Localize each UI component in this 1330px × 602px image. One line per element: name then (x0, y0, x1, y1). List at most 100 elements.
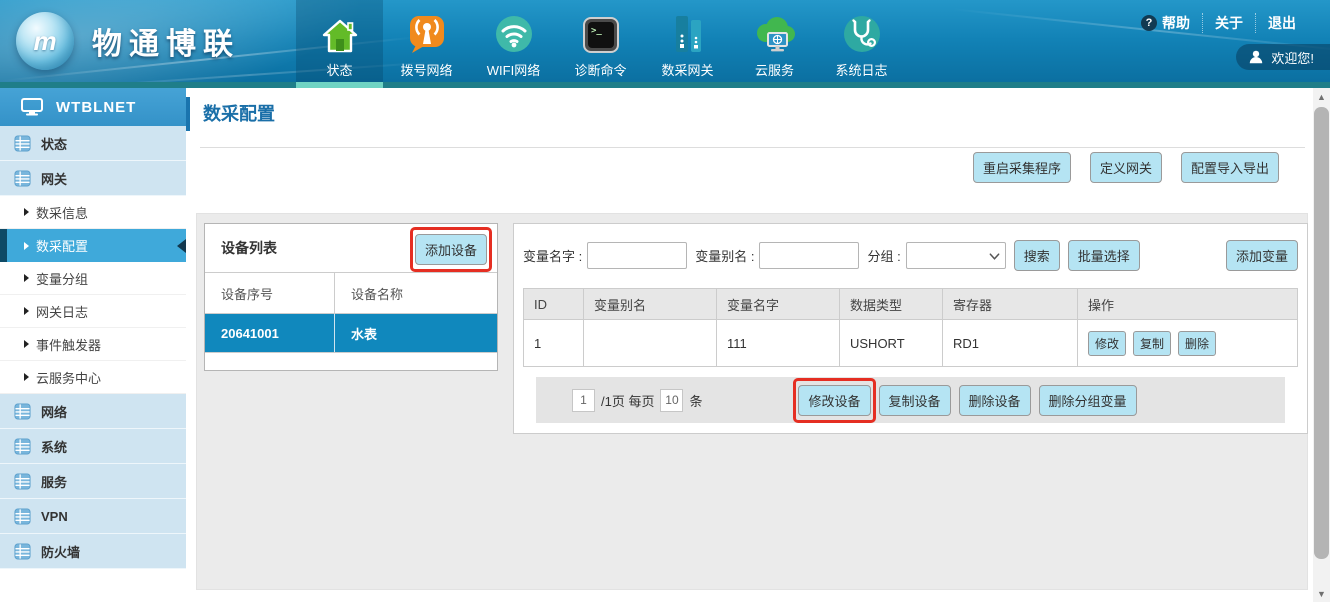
variable-datatype: USHORT (839, 320, 942, 366)
device-table-header: 设备序号 设备名称 (205, 273, 497, 314)
variable-name: 111 (716, 320, 839, 366)
page-title: 数采配置 (186, 97, 275, 131)
nav-item-data-gateway[interactable]: 数采网关 (644, 0, 731, 88)
group-select[interactable] (906, 242, 1006, 269)
restart-collector-button[interactable]: 重启采集程序 (973, 152, 1071, 183)
config-import-export-button[interactable]: 配置导入导出 (1181, 152, 1279, 183)
sidebar-item-data-info[interactable]: 数采信息 (0, 196, 186, 229)
sidebar-item-variable-group[interactable]: 变量分组 (0, 262, 186, 295)
user-icon (1248, 49, 1264, 65)
add-variable-button[interactable]: 添加变量 (1226, 240, 1298, 271)
variable-table-header: ID 变量别名 变量名字 数据类型 寄存器 操作 (523, 288, 1298, 320)
nav-item-wifi-network[interactable]: WIFI网络 (470, 0, 557, 88)
vertical-scrollbar[interactable]: ▲ ▼ (1313, 88, 1330, 602)
dialup-network-icon (407, 8, 447, 54)
column-header: 变量名字 (716, 289, 839, 319)
logout-link[interactable]: 退出 (1255, 13, 1308, 33)
device-name: 水表 (335, 314, 497, 352)
list-icon (14, 135, 31, 152)
welcome-badge[interactable]: 欢迎您! (1236, 44, 1330, 70)
brand-logo: m 物通博联 (16, 12, 240, 70)
page-count-text: /1页 每页 (601, 391, 654, 410)
delete-row-button[interactable]: 删除 (1178, 331, 1216, 356)
sidebar-item-network[interactable]: 网络 (0, 394, 186, 429)
column-header: 操作 (1077, 289, 1297, 319)
sidebar-item-data-config[interactable]: 数采配置 (0, 229, 186, 262)
nav-item-status[interactable]: 状态 (296, 0, 383, 88)
syslog-icon (842, 8, 882, 54)
device-serial: 20641001 (205, 314, 335, 352)
edit-device-button[interactable]: 修改设备 (798, 385, 870, 416)
nav-item-cloud-service[interactable]: 云服务 (731, 0, 818, 88)
help-link[interactable]: ? 帮助 (1129, 13, 1202, 33)
nav-item-system-log[interactable]: 系统日志 (818, 0, 905, 88)
list-icon (14, 170, 31, 187)
scroll-up-arrow-icon[interactable]: ▲ (1313, 92, 1330, 102)
nav-label: 云服务 (755, 60, 794, 79)
scroll-down-arrow-icon[interactable]: ▼ (1313, 589, 1330, 599)
about-link[interactable]: 关于 (1202, 13, 1255, 33)
caret-right-icon (24, 340, 29, 348)
variable-alias (583, 320, 716, 366)
chevron-down-icon (989, 251, 1000, 262)
scrollbar-thumb[interactable] (1314, 107, 1329, 559)
pagination-bar: /1页 每页 条 修改设备 复制设备 删除设备 删除分组变量 (536, 377, 1285, 423)
sidebar-item-vpn[interactable]: VPN (0, 499, 186, 534)
sidebar-item-cloud-center[interactable]: 云服务中心 (0, 361, 186, 394)
welcome-text: 欢迎您! (1271, 48, 1314, 67)
device-name: WTBLNET (56, 99, 136, 116)
variable-register: RD1 (942, 320, 1077, 366)
nav-label: 系统日志 (835, 60, 887, 79)
device-row-empty (205, 353, 497, 370)
device-list-title: 设备列表 (221, 224, 277, 273)
nav-item-diagnostic-command[interactable]: >_ 诊断命令 (557, 0, 644, 88)
batch-select-button[interactable]: 批量选择 (1068, 240, 1140, 271)
sidebar-item-system[interactable]: 系统 (0, 429, 186, 464)
nav-item-dialup-network[interactable]: 拨号网络 (383, 0, 470, 88)
variable-table: ID 变量别名 变量名字 数据类型 寄存器 操作 1 111 USHORT RD… (523, 288, 1298, 367)
column-header: 设备序号 (205, 273, 335, 313)
variable-alias-input[interactable] (759, 242, 859, 269)
sidebar-item-gateway[interactable]: 网关 (0, 161, 186, 196)
caret-right-icon (24, 208, 29, 216)
variable-name-input[interactable] (587, 242, 687, 269)
cloud-service-icon (752, 8, 798, 54)
caret-right-icon (24, 274, 29, 282)
nav-label: 状态 (326, 60, 352, 79)
delete-group-vars-button[interactable]: 删除分组变量 (1039, 385, 1137, 416)
column-header: 变量别名 (583, 289, 716, 319)
sidebar: WTBLNET 状态 网关 数采信息 数采配置 变量分组 网关日志 事件触发器 … (0, 88, 186, 602)
variable-filter-row: 变量名字 : 变量别名 : 分组 : 搜索 批量选择 添加变量 (523, 240, 1298, 271)
variable-row: 1 111 USHORT RD1 修改 复制 删除 (523, 320, 1298, 367)
page: m 物通博联 状态 (0, 0, 1330, 602)
nav-label: 拨号网络 (400, 60, 452, 79)
list-icon (14, 543, 31, 560)
delete-device-button[interactable]: 删除设备 (959, 385, 1031, 416)
page-size-input[interactable] (660, 389, 683, 412)
copy-device-button[interactable]: 复制设备 (879, 385, 951, 416)
define-gateway-button[interactable]: 定义网关 (1090, 152, 1162, 183)
monitor-icon (20, 97, 44, 117)
sidebar-item-status[interactable]: 状态 (0, 126, 186, 161)
column-header: 数据类型 (839, 289, 942, 319)
variable-id: 1 (524, 320, 583, 366)
caret-right-icon (24, 242, 29, 250)
nav-label: 数采网关 (661, 60, 713, 79)
search-button[interactable]: 搜索 (1014, 240, 1060, 271)
main-content: 数采配置 重启采集程序 定义网关 配置导入导出 设备列表 添加设备 设备序号 设… (186, 88, 1313, 602)
add-device-button[interactable]: 添加设备 (415, 234, 487, 265)
page-number-input[interactable] (572, 389, 595, 412)
sidebar-item-gateway-log[interactable]: 网关日志 (0, 295, 186, 328)
device-row-selected[interactable]: 20641001 水表 (205, 314, 497, 353)
sidebar-item-service[interactable]: 服务 (0, 464, 186, 499)
config-panel: 设备列表 添加设备 设备序号 设备名称 20641001 水表 (196, 213, 1308, 590)
sidebar-item-firewall[interactable]: 防火墙 (0, 534, 186, 569)
page-size-unit: 条 (689, 391, 702, 410)
copy-row-button[interactable]: 复制 (1133, 331, 1171, 356)
caret-right-icon (24, 307, 29, 315)
group-label: 分组 : (867, 246, 900, 265)
page-toolbar: 重启采集程序 定义网关 配置导入导出 (973, 152, 1279, 183)
sidebar-item-event-trigger[interactable]: 事件触发器 (0, 328, 186, 361)
column-header: 设备名称 (335, 273, 497, 313)
edit-row-button[interactable]: 修改 (1088, 331, 1126, 356)
